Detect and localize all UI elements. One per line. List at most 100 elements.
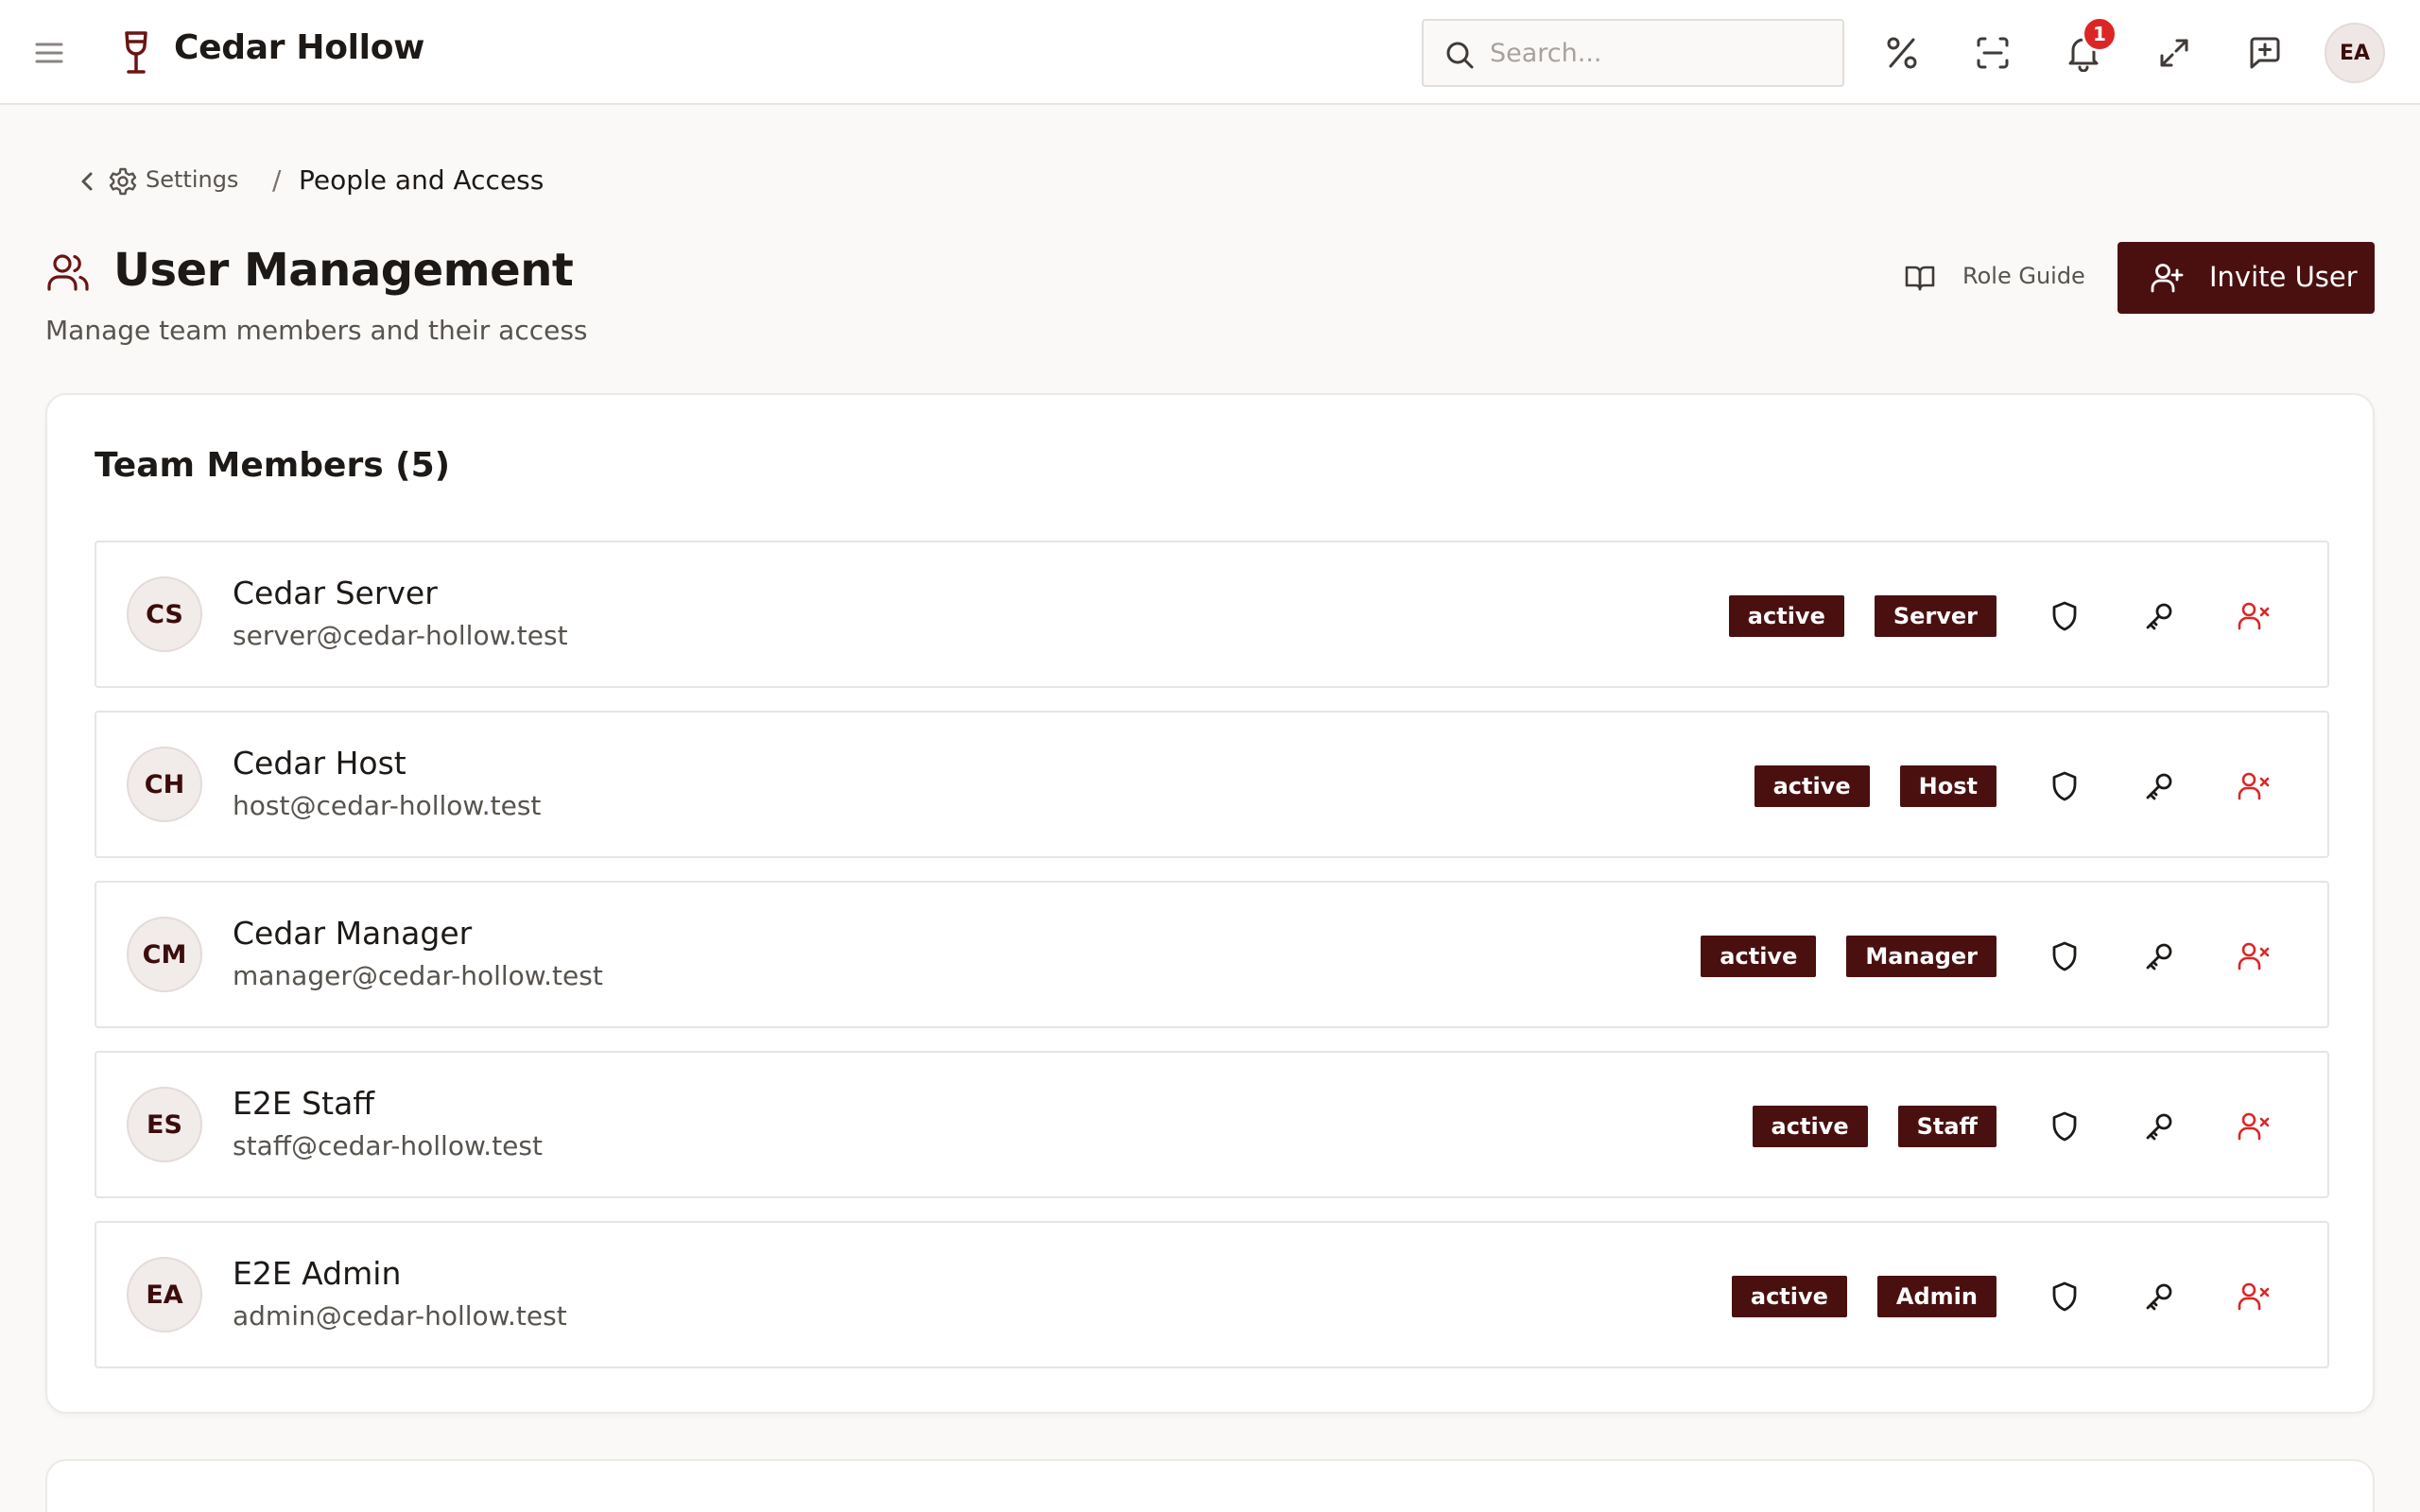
member-name: Cedar Server bbox=[233, 575, 438, 611]
team-members-title: Team Members (5) bbox=[95, 446, 451, 485]
team-members-card: Team Members (5) CS Cedar Server server@… bbox=[45, 393, 2375, 1414]
role-badge: Staff bbox=[1897, 1106, 1996, 1147]
percent-icon bbox=[1887, 37, 1917, 69]
book-open-icon bbox=[1905, 266, 1935, 291]
user-avatar[interactable]: EA bbox=[2325, 23, 2385, 83]
change-role-button[interactable] bbox=[2040, 592, 2089, 641]
top-bar: Cedar Hollow 1 E bbox=[0, 0, 2420, 105]
menu-button[interactable] bbox=[28, 34, 70, 72]
user-plus-icon bbox=[2151, 264, 2184, 293]
user-x-icon bbox=[2238, 1282, 2270, 1311]
member-row: CS Cedar Server server@cedar-hollow.test… bbox=[95, 541, 2329, 688]
reset-password-button[interactable] bbox=[2135, 762, 2184, 811]
key-icon bbox=[2146, 603, 2172, 630]
scan-icon bbox=[1977, 37, 2009, 69]
notification-badge: 1 bbox=[2082, 16, 2118, 52]
member-avatar: ES bbox=[127, 1087, 202, 1162]
message-plus-icon bbox=[2250, 37, 2280, 69]
role-badge: Server bbox=[1874, 595, 1996, 637]
remove-user-button[interactable] bbox=[2229, 762, 2278, 811]
shield-icon bbox=[2052, 941, 2077, 971]
remove-user-button[interactable] bbox=[2229, 592, 2278, 641]
member-actions: active Staff bbox=[1752, 1100, 2278, 1153]
member-actions: active Admin bbox=[1731, 1270, 2278, 1323]
search-icon bbox=[1446, 42, 1474, 69]
status-badge: active bbox=[1752, 1106, 1868, 1147]
invite-user-button[interactable]: Invite User bbox=[2118, 242, 2375, 314]
member-avatar: CH bbox=[127, 747, 202, 822]
search-box[interactable] bbox=[1422, 19, 1844, 87]
scan-button[interactable] bbox=[1970, 30, 2015, 76]
user-x-icon bbox=[2238, 602, 2270, 630]
shield-icon bbox=[2052, 771, 2077, 801]
change-role-button[interactable] bbox=[2040, 762, 2089, 811]
member-avatar: CM bbox=[127, 917, 202, 992]
member-avatar: EA bbox=[127, 1257, 202, 1332]
back-button[interactable] bbox=[74, 166, 100, 197]
change-role-button[interactable] bbox=[2040, 1272, 2089, 1321]
status-badge: active bbox=[1731, 1276, 1847, 1317]
secondary-card bbox=[45, 1459, 2375, 1512]
key-icon bbox=[2146, 943, 2172, 971]
role-badge: Manager bbox=[1846, 936, 1996, 977]
member-email: manager@cedar-hollow.test bbox=[233, 960, 603, 991]
member-avatar: CS bbox=[127, 576, 202, 652]
member-name: E2E Staff bbox=[233, 1085, 375, 1122]
member-row: CH Cedar Host host@cedar-hollow.test act… bbox=[95, 711, 2329, 858]
page-title: User Management bbox=[113, 244, 574, 297]
status-badge: active bbox=[1754, 765, 1870, 807]
key-icon bbox=[2146, 1113, 2172, 1141]
role-guide-label: Role Guide bbox=[1962, 263, 2085, 289]
gear-icon bbox=[109, 167, 137, 196]
search-input[interactable] bbox=[1490, 21, 1830, 85]
remove-user-button[interactable] bbox=[2229, 932, 2278, 981]
member-row: EA E2E Admin admin@cedar-hollow.test act… bbox=[95, 1221, 2329, 1368]
shield-icon bbox=[2052, 1111, 2077, 1142]
menu-icon bbox=[35, 43, 63, 63]
user-x-icon bbox=[2238, 772, 2270, 800]
percent-button[interactable] bbox=[1879, 30, 1925, 76]
remove-user-button[interactable] bbox=[2229, 1272, 2278, 1321]
shield-icon bbox=[2052, 601, 2077, 631]
member-row: CM Cedar Manager manager@cedar-hollow.te… bbox=[95, 881, 2329, 1028]
brand-name: Cedar Hollow bbox=[174, 28, 425, 67]
invite-user-label: Invite User bbox=[2209, 261, 2358, 293]
user-x-icon bbox=[2238, 942, 2270, 971]
role-guide-button[interactable]: Role Guide bbox=[1898, 242, 2087, 314]
member-actions: active Manager bbox=[1701, 930, 2278, 983]
remove-user-button[interactable] bbox=[2229, 1102, 2278, 1151]
change-role-button[interactable] bbox=[2040, 932, 2089, 981]
status-badge: active bbox=[1728, 595, 1844, 637]
page-subtitle: Manage team members and their access bbox=[45, 315, 588, 346]
reset-password-button[interactable] bbox=[2135, 1272, 2184, 1321]
reset-password-button[interactable] bbox=[2135, 1102, 2184, 1151]
breadcrumb-current: People and Access bbox=[299, 164, 544, 196]
breadcrumb-settings-link[interactable]: Settings bbox=[146, 166, 238, 193]
member-email: staff@cedar-hollow.test bbox=[233, 1130, 543, 1161]
shield-icon bbox=[2052, 1281, 2077, 1312]
user-x-icon bbox=[2238, 1112, 2270, 1141]
change-role-button[interactable] bbox=[2040, 1102, 2089, 1151]
member-row: ES E2E Staff staff@cedar-hollow.test act… bbox=[95, 1051, 2329, 1198]
reset-password-button[interactable] bbox=[2135, 592, 2184, 641]
member-actions: active Server bbox=[1728, 590, 2278, 643]
member-name: Cedar Manager bbox=[233, 915, 473, 952]
member-name: Cedar Host bbox=[233, 745, 406, 782]
chevron-left-icon bbox=[81, 172, 93, 191]
role-badge: Host bbox=[1899, 765, 1996, 807]
status-badge: active bbox=[1701, 936, 1817, 977]
member-name: E2E Admin bbox=[233, 1255, 402, 1292]
member-email: host@cedar-hollow.test bbox=[233, 790, 542, 821]
key-icon bbox=[2146, 1283, 2172, 1311]
reset-password-button[interactable] bbox=[2135, 932, 2184, 981]
expand-icon bbox=[2160, 39, 2188, 67]
member-email: server@cedar-hollow.test bbox=[233, 620, 568, 651]
member-email: admin@cedar-hollow.test bbox=[233, 1300, 567, 1332]
users-icon bbox=[47, 254, 89, 291]
feedback-button[interactable] bbox=[2242, 30, 2288, 76]
role-badge: Admin bbox=[1876, 1276, 1996, 1317]
wine-glass-icon bbox=[125, 31, 147, 74]
key-icon bbox=[2146, 773, 2172, 800]
member-actions: active Host bbox=[1754, 760, 2278, 813]
fullscreen-button[interactable] bbox=[2152, 30, 2197, 76]
